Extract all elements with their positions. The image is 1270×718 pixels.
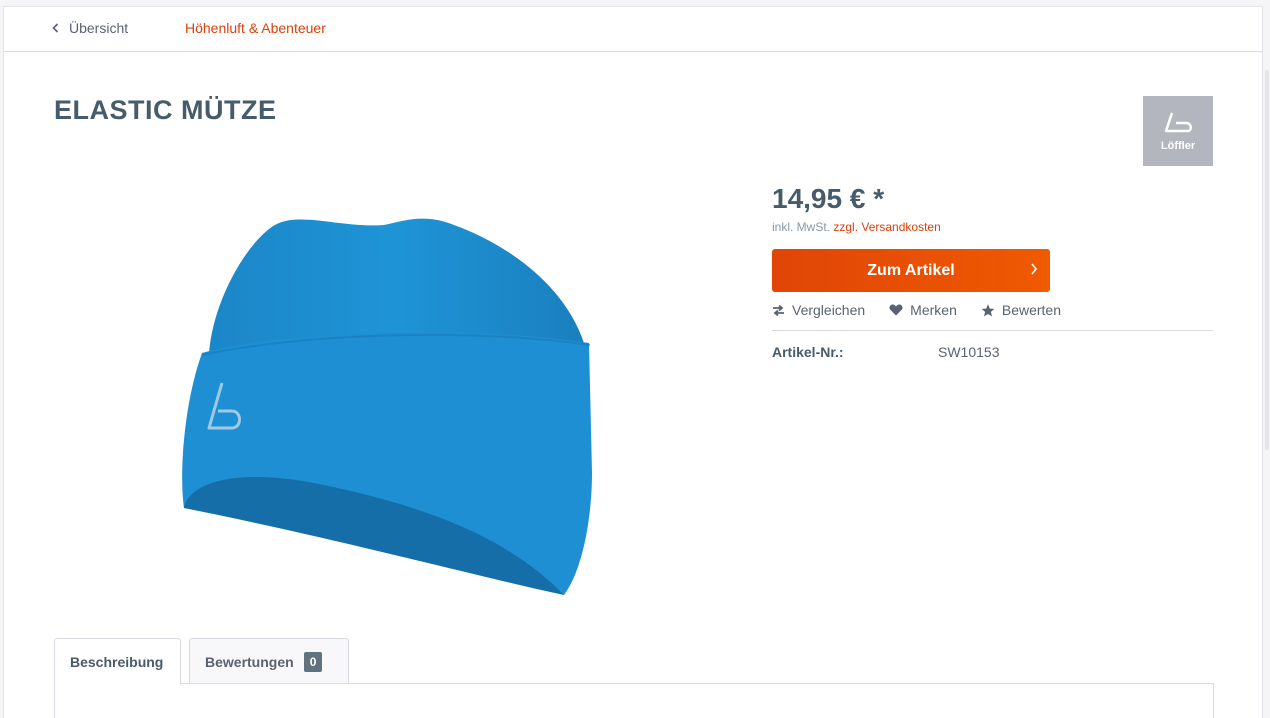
rate-label: Bewerten	[1001, 302, 1062, 318]
tab-content	[54, 683, 1214, 718]
back-to-overview-link[interactable]: Übersicht	[52, 20, 128, 36]
scrollbar[interactable]	[1264, 0, 1270, 718]
tab-description-label: Beschreibung	[70, 654, 164, 670]
tab-reviews[interactable]: Bewertungen 0	[189, 638, 349, 684]
remember-label: Merken	[910, 302, 957, 318]
product-actions: Vergleichen Merken Bewerten	[772, 302, 1085, 318]
star-icon	[981, 303, 995, 316]
chevron-left-icon	[52, 23, 59, 33]
article-number-value: SW10153	[938, 344, 1000, 360]
scrollbar-thumb[interactable]	[1265, 70, 1269, 450]
divider	[772, 330, 1213, 331]
back-link-label: Übersicht	[69, 20, 129, 36]
reviews-count-badge: 0	[303, 651, 323, 672]
remember-action[interactable]: Merken	[889, 302, 957, 318]
compare-arrows-icon	[773, 304, 784, 316]
tab-description[interactable]: Beschreibung	[54, 638, 181, 685]
brand-mark-icon	[1164, 112, 1192, 132]
breadcrumb: Übersicht Höhenluft & Abenteuer	[4, 7, 1262, 52]
shipping-costs-link[interactable]: zzgl. Versandkosten	[833, 220, 940, 234]
breadcrumb-category-link[interactable]: Höhenluft & Abenteuer	[185, 20, 326, 36]
chevron-right-icon	[1031, 263, 1038, 275]
product-image[interactable]	[154, 183, 624, 603]
brand-logo[interactable]: Löffler	[1143, 96, 1213, 166]
product-price: 14,95 € *	[772, 183, 885, 214]
rate-action[interactable]: Bewerten	[981, 302, 1061, 318]
compare-label: Vergleichen	[792, 302, 866, 318]
product-title: ELASTIC MÜTZE	[54, 95, 277, 125]
tax-note: inkl. MwSt. zzgl. Versandkosten	[772, 220, 941, 234]
buy-button-label: Zum Artikel	[867, 261, 955, 279]
heart-icon	[889, 304, 903, 316]
tax-note-text: inkl. MwSt.	[772, 220, 831, 234]
go-to-article-button[interactable]: Zum Artikel	[772, 249, 1050, 292]
product-detail-panel: Übersicht Höhenluft & Abenteuer ELASTIC …	[3, 6, 1263, 718]
tab-reviews-label: Bewertungen	[205, 653, 294, 670]
article-number-label: Artikel-Nr.:	[772, 344, 844, 360]
compare-action[interactable]: Vergleichen	[772, 302, 865, 318]
beanie-image	[182, 218, 592, 595]
brand-logo-text: Löffler	[1160, 139, 1196, 152]
